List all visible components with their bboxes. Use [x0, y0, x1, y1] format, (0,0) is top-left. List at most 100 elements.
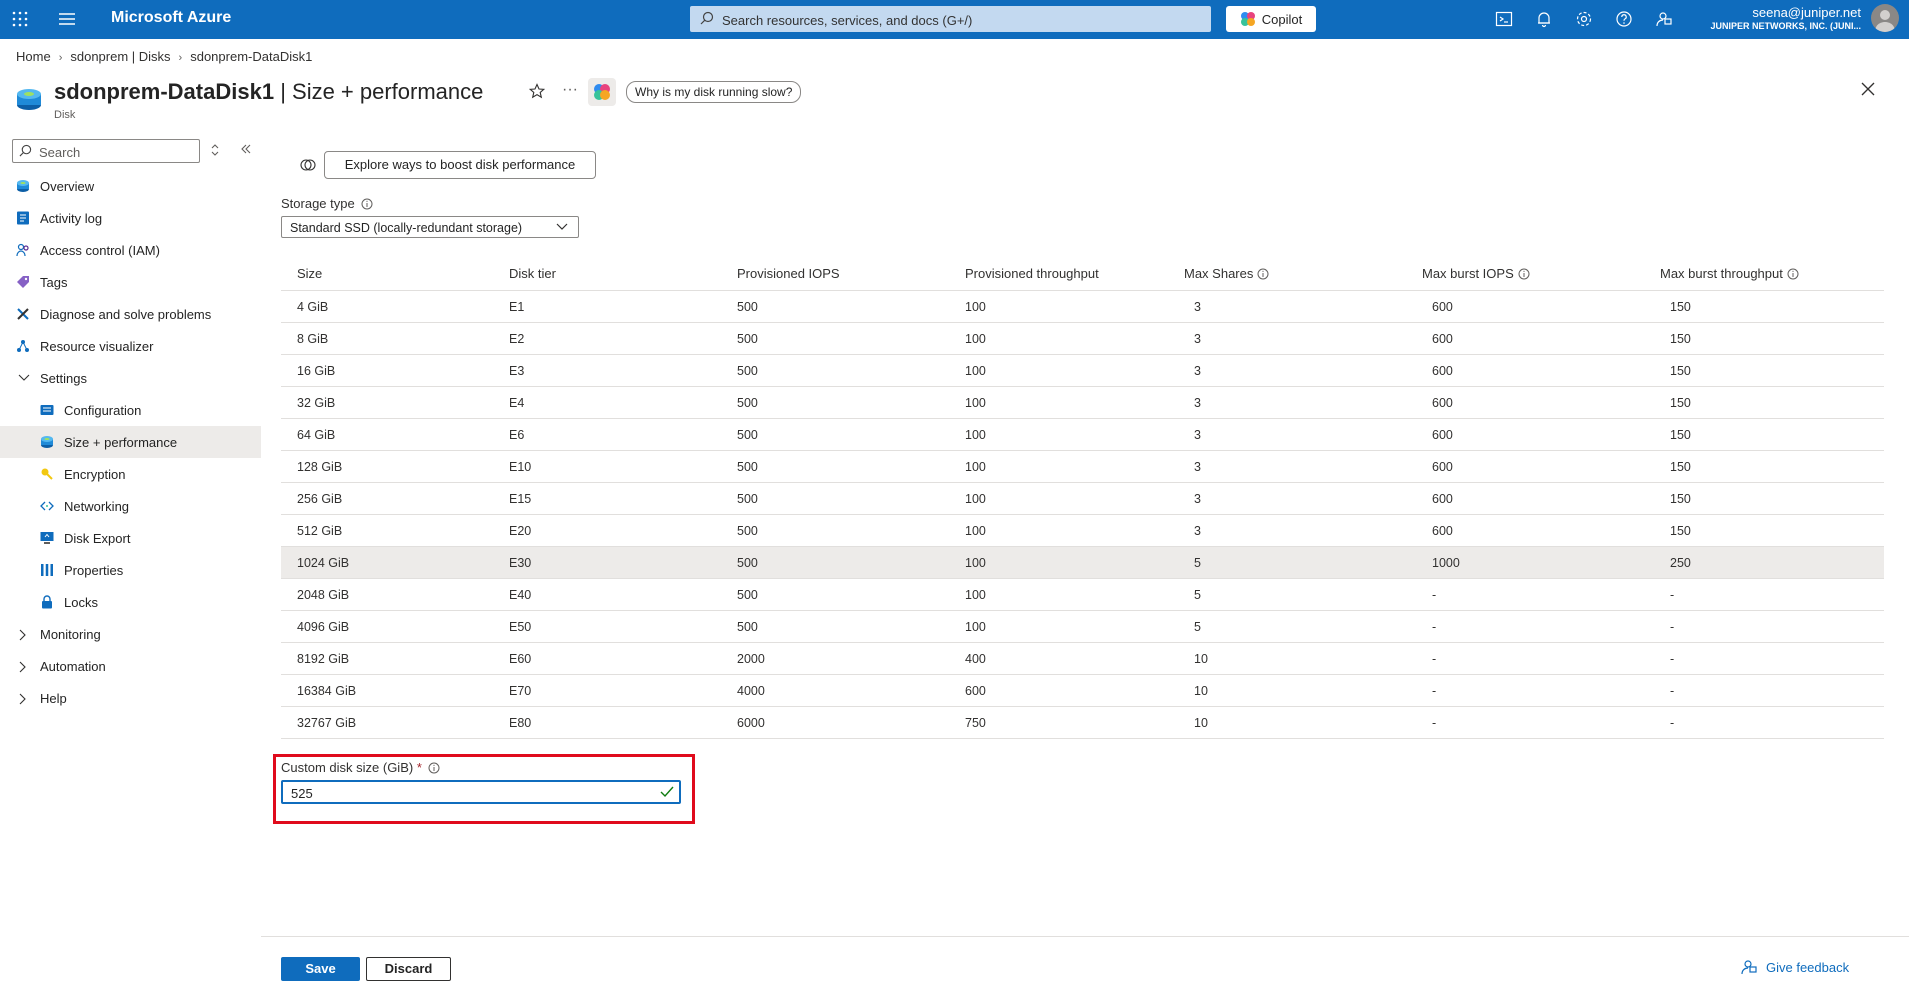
sidebar-item-tags[interactable]: Tags [0, 266, 261, 298]
table-cell: - [1660, 578, 1884, 611]
required-marker: * [416, 760, 422, 775]
table-row[interactable]: 64 GiB E6 500 100 3 600 150 [281, 418, 1884, 451]
table-cell: 600 [1422, 514, 1660, 547]
info-icon[interactable] [1518, 268, 1530, 280]
menu-icon[interactable] [58, 12, 76, 26]
favorite-star-icon[interactable] [529, 83, 545, 99]
notifications-icon[interactable] [1535, 10, 1553, 28]
avatar[interactable] [1871, 4, 1899, 32]
table-cell: 100 [965, 354, 1184, 387]
sidebar-item-size-performance[interactable]: Size + performance [0, 426, 261, 458]
sidebar-group-settings[interactable]: Settings [0, 362, 261, 394]
table-cell: 256 GiB [281, 482, 509, 515]
table-cell: - [1660, 610, 1884, 643]
copilot-button[interactable]: Copilot [1226, 6, 1316, 32]
sidebar-item-disk-export[interactable]: Disk Export [0, 522, 261, 554]
copilot-assist-button[interactable] [588, 78, 616, 106]
sidebar-group-help[interactable]: Help [0, 682, 261, 714]
custom-disk-size-label: Custom disk size (GiB) * [281, 760, 440, 775]
sidebar-item-label: Help [40, 690, 67, 706]
breadcrumb-disks[interactable]: sdonprem | Disks [70, 49, 170, 64]
sidebar-item-configuration[interactable]: Configuration [0, 394, 261, 426]
sidebar-item-label: Networking [64, 498, 130, 514]
sidebar-item-overview[interactable]: Overview [0, 170, 261, 202]
custom-disk-size-input[interactable] [289, 784, 643, 802]
table-cell: 3 [1184, 450, 1422, 483]
expand-collapse-icon[interactable] [210, 144, 220, 156]
custom-disk-size-field[interactable] [281, 780, 681, 804]
table-cell: 2000 [737, 642, 965, 675]
table-row[interactable]: 256 GiB E15 500 100 3 600 150 [281, 482, 1884, 515]
save-button[interactable]: Save [281, 957, 360, 981]
table-row[interactable]: 16384 GiB E70 4000 600 10- - [281, 674, 1884, 707]
global-search-input[interactable] [720, 9, 1194, 31]
sidebar-item-locks[interactable]: Locks [0, 586, 261, 618]
search-icon [700, 11, 714, 25]
sidebar-item-resource-visualizer[interactable]: Resource visualizer [0, 330, 261, 362]
table-row[interactable]: 8 GiB E2 500 100 3 600 150 [281, 322, 1884, 355]
table-row[interactable]: 4096 GiB E50 500 100 5- - [281, 610, 1884, 643]
table-cell: 750 [965, 706, 1184, 739]
table-row[interactable]: 8192 GiB E60 2000 400 10- - [281, 642, 1884, 675]
table-cell: 500 [737, 450, 965, 483]
info-icon[interactable] [1257, 268, 1269, 280]
why-slow-button[interactable]: Why is my disk running slow? [626, 81, 802, 103]
sidebar-group-automation[interactable]: Automation [0, 650, 261, 682]
table-cell: 4096 GiB [281, 610, 509, 643]
table-cell: 128 GiB [281, 450, 509, 483]
table-row[interactable]: 16 GiB E3 500 100 3 600 150 [281, 354, 1884, 387]
more-options-icon[interactable]: ··· [562, 81, 578, 99]
account-info[interactable]: seena@juniper.net JUNIPER NETWORKS, INC.… [1710, 5, 1861, 31]
global-search[interactable] [690, 6, 1211, 32]
table-cell: 150 [1660, 354, 1884, 387]
sidebar-group-monitoring[interactable]: Monitoring [0, 618, 261, 650]
help-icon[interactable] [1615, 10, 1633, 28]
sidebar-item-label: Locks [64, 594, 98, 610]
sidebar-item-label: Disk Export [64, 530, 131, 546]
sidebar-item-networking[interactable]: Networking [0, 490, 261, 522]
table-cell: E10 [509, 450, 737, 483]
table-cell: 4000 [737, 674, 965, 707]
settings-gear-icon[interactable] [1575, 10, 1593, 28]
table-row[interactable]: 32 GiB E4 500 100 3 600 150 [281, 386, 1884, 419]
chevron-right-icon [19, 629, 26, 641]
info-icon[interactable] [361, 198, 373, 210]
sidebar-item-label: Diagnose and solve problems [40, 306, 212, 322]
table-row[interactable]: 128 GiB E10 500 100 3 600 150 [281, 450, 1884, 483]
sidebar-item-activity-log[interactable]: Activity log [0, 202, 261, 234]
table-cell: - [1660, 706, 1884, 739]
feedback-icon[interactable] [1655, 10, 1673, 28]
info-icon[interactable] [428, 762, 440, 774]
table-cell: 500 [737, 386, 965, 419]
table-row[interactable]: 32767 GiB E80 6000 750 10- - [281, 706, 1884, 739]
disk-export-icon [40, 532, 54, 544]
close-icon[interactable] [1860, 81, 1876, 97]
app-launcher-icon[interactable] [12, 11, 28, 27]
storage-type-label: Storage type [281, 196, 373, 211]
sidebar-search[interactable] [12, 139, 200, 163]
breadcrumb-current[interactable]: sdonprem-DataDisk1 [190, 49, 312, 64]
sidebar-search-input[interactable] [37, 142, 196, 162]
table-cell: 250 [1660, 546, 1884, 579]
table-cell: 100 [965, 546, 1184, 579]
table-row-selected[interactable]: 1024 GiB E30 500 100 5 1000 250 [281, 546, 1884, 579]
storage-type-dropdown[interactable]: Standard SSD (locally-redundant storage) [281, 216, 579, 238]
column-header-text: Provisioned IOPS [737, 265, 840, 281]
sidebar-item-diagnose[interactable]: Diagnose and solve problems [0, 298, 261, 330]
info-icon[interactable] [1787, 268, 1799, 280]
properties-icon [41, 564, 53, 576]
table-row[interactable]: 2048 GiB E40 500 100 5- - [281, 578, 1884, 611]
sidebar-item-properties[interactable]: Properties [0, 554, 261, 586]
table-row[interactable]: 4 GiB E1 500 100 3 600 150 [281, 290, 1884, 323]
brand-title[interactable]: Microsoft Azure [111, 9, 231, 27]
discard-button[interactable]: Discard [366, 957, 451, 981]
table-row[interactable]: 512 GiB E20 500 100 3 600 150 [281, 514, 1884, 547]
sidebar-item-access-control[interactable]: Access control (IAM) [0, 234, 261, 266]
give-feedback-link[interactable]: Give feedback [1740, 958, 1849, 976]
sidebar-item-encryption[interactable]: Encryption [0, 458, 261, 490]
page-title: sdonprem-DataDisk1 | Size + performance [54, 79, 483, 105]
breadcrumb-home[interactable]: Home [16, 49, 51, 64]
cloud-shell-icon[interactable] [1495, 10, 1513, 28]
collapse-sidebar-icon[interactable] [240, 143, 252, 155]
explore-boost-performance-button[interactable]: Explore ways to boost disk performance [324, 151, 596, 179]
